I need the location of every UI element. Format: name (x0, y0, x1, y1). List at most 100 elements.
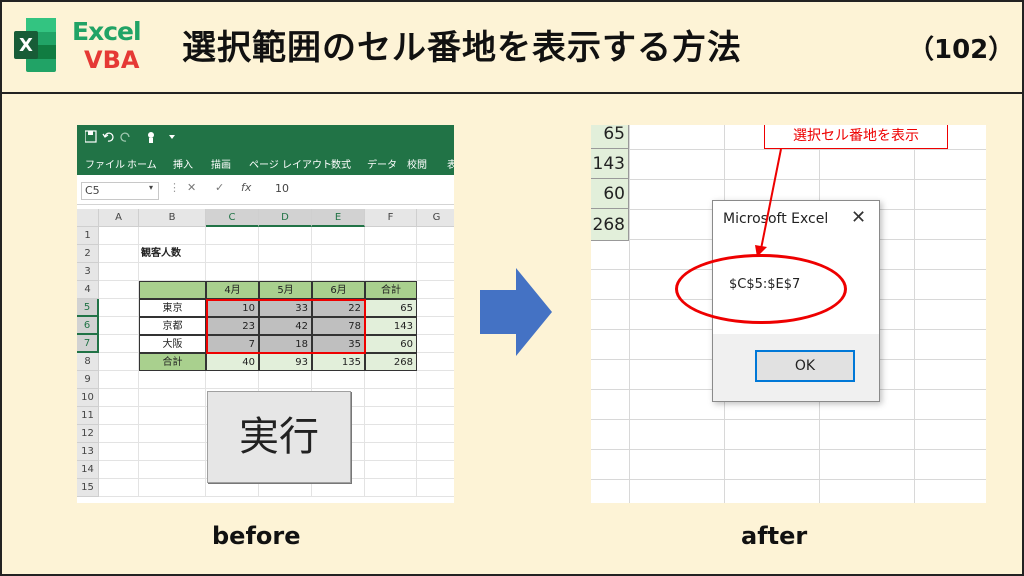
grid-cell[interactable] (139, 443, 206, 461)
grid-cell[interactable] (417, 263, 454, 281)
grid-cell[interactable] (206, 263, 259, 281)
grid-cell[interactable] (139, 263, 206, 281)
grid-cell[interactable] (139, 407, 206, 425)
tab-data[interactable]: データ (367, 156, 397, 171)
column-header[interactable]: F (365, 209, 417, 227)
grid-cell[interactable] (312, 371, 365, 389)
grid-cell[interactable] (417, 461, 454, 479)
grid-cell[interactable] (99, 335, 139, 353)
grid-cell[interactable] (365, 407, 417, 425)
table-total-cell[interactable]: 40 (206, 353, 259, 371)
grid-cell[interactable] (417, 443, 454, 461)
grid-cell[interactable] (417, 317, 454, 335)
row-header[interactable]: 1 (77, 227, 99, 245)
tab-home[interactable]: ホーム (127, 156, 157, 171)
table-row-label[interactable]: 東京 (139, 299, 206, 317)
grid-cell[interactable] (417, 299, 454, 317)
grid-cell[interactable] (139, 425, 206, 443)
grid-cell[interactable] (365, 479, 417, 497)
row-header[interactable]: 6 (77, 317, 99, 335)
grid-cell[interactable] (139, 227, 206, 245)
grid-cell[interactable] (99, 317, 139, 335)
grid-cell[interactable] (365, 245, 417, 263)
grid-cell[interactable] (99, 353, 139, 371)
column-header[interactable]: G (417, 209, 454, 227)
table-total-cell[interactable]: 93 (259, 353, 312, 371)
row-header[interactable]: 11 (77, 407, 99, 425)
tab-draw[interactable]: 描画 (211, 156, 231, 171)
enter-icon[interactable]: ✓ (215, 181, 224, 194)
row-header[interactable]: 9 (77, 371, 99, 389)
grid-cell[interactable] (417, 479, 454, 497)
grid-cell[interactable] (417, 389, 454, 407)
row-header[interactable]: 8 (77, 353, 99, 371)
table-cell[interactable]: 60 (365, 335, 417, 353)
grid-cell[interactable] (206, 371, 259, 389)
grid-cell[interactable] (417, 371, 454, 389)
grid-cell[interactable] (99, 461, 139, 479)
grid-cell[interactable] (139, 389, 206, 407)
column-header[interactable]: C (206, 209, 259, 227)
tab-file[interactable]: ファイル (85, 156, 125, 171)
grid-cell[interactable] (417, 227, 454, 245)
grid-cell[interactable] (99, 425, 139, 443)
grid-cell[interactable] (206, 227, 259, 245)
table-cell[interactable]: 65 (365, 299, 417, 317)
table-cell[interactable]: 143 (365, 317, 417, 335)
grid-cell[interactable] (139, 371, 206, 389)
table-total-cell[interactable]: 268 (365, 353, 417, 371)
tab-review[interactable]: 校閲 (407, 156, 427, 171)
column-header[interactable]: D (259, 209, 312, 227)
row-header[interactable]: 12 (77, 425, 99, 443)
grid-cell[interactable] (259, 245, 312, 263)
grid-cell[interactable] (99, 281, 139, 299)
grid-cell[interactable] (259, 371, 312, 389)
grid-cell[interactable] (99, 263, 139, 281)
row-header[interactable]: 10 (77, 389, 99, 407)
grid-cell[interactable] (99, 227, 139, 245)
run-button[interactable]: 実行 (207, 391, 351, 483)
select-all-corner[interactable] (77, 209, 99, 227)
grid-cell[interactable] (365, 461, 417, 479)
column-header[interactable]: E (312, 209, 365, 227)
grid-cell[interactable] (365, 425, 417, 443)
row-header[interactable]: 2 (77, 245, 99, 263)
grid-cell[interactable] (417, 425, 454, 443)
row-header[interactable]: 15 (77, 479, 99, 497)
grid-cell[interactable] (259, 263, 312, 281)
grid-cell[interactable] (312, 263, 365, 281)
function-icon[interactable]: fx (241, 181, 251, 194)
table-row-label[interactable]: 京都 (139, 317, 206, 335)
row-header[interactable]: 4 (77, 281, 99, 299)
row-header[interactable]: 13 (77, 443, 99, 461)
grid-cell[interactable] (417, 407, 454, 425)
grid-cell[interactable] (139, 461, 206, 479)
cancel-icon[interactable]: ✕ (187, 181, 196, 194)
table-total-cell[interactable]: 135 (312, 353, 365, 371)
grid-cell[interactable] (312, 227, 365, 245)
grid-cell[interactable] (365, 371, 417, 389)
grid-cell[interactable] (417, 281, 454, 299)
grid-cell[interactable] (417, 245, 454, 263)
row-header[interactable]: 7 (77, 335, 99, 353)
grid-cell[interactable] (417, 353, 454, 371)
grid-cell[interactable] (312, 245, 365, 263)
grid-cell[interactable] (365, 389, 417, 407)
grid-cell[interactable] (99, 407, 139, 425)
tab-formulas[interactable]: 数式 (331, 156, 351, 171)
row-header[interactable]: 3 (77, 263, 99, 281)
dropdown-icon[interactable]: ▾ (149, 183, 153, 192)
row-header[interactable]: 5 (77, 299, 99, 317)
name-box[interactable]: C5 (81, 182, 159, 200)
grid-cell[interactable] (99, 389, 139, 407)
grid-cell[interactable] (99, 245, 139, 263)
tab-view[interactable]: 表 (447, 156, 454, 171)
table-total-label[interactable]: 合計 (139, 353, 206, 371)
grid-cell[interactable] (365, 443, 417, 461)
grid-cell[interactable] (365, 227, 417, 245)
column-header[interactable]: A (99, 209, 139, 227)
grid-cell[interactable] (99, 443, 139, 461)
grid-cell[interactable] (365, 263, 417, 281)
grid-cell[interactable] (99, 479, 139, 497)
tab-page-layout[interactable]: ページ レイアウト (249, 156, 332, 171)
